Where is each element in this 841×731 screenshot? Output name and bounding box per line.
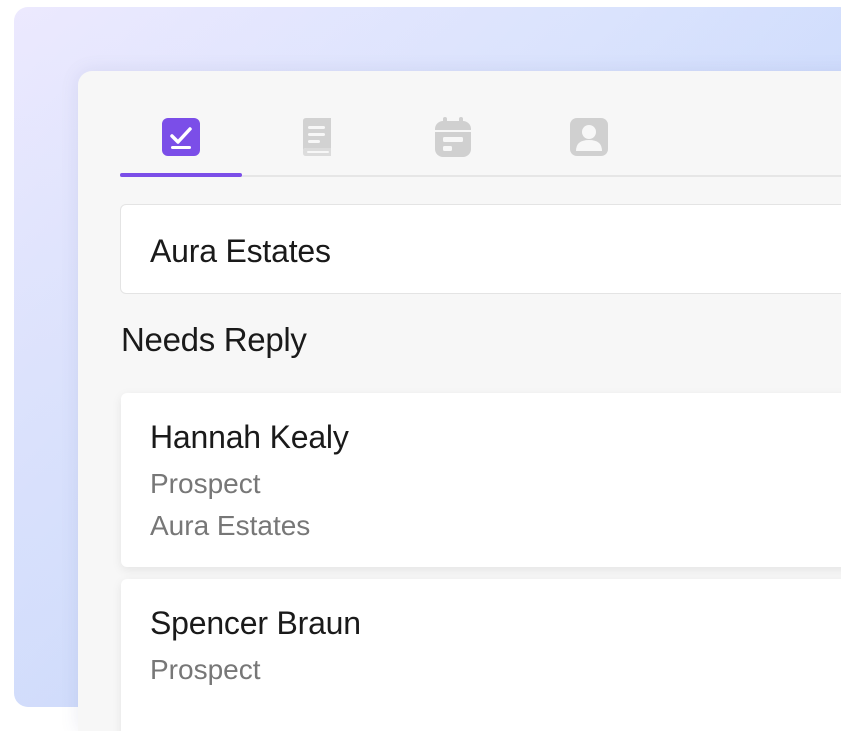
contact-card[interactable]: Hannah Kealy Prospect Aura Estates — [121, 393, 841, 567]
contact-name: Hannah Kealy — [150, 419, 349, 455]
tab-notes[interactable] — [256, 99, 378, 175]
contact-status: Prospect — [150, 468, 261, 499]
contact-icon — [569, 117, 609, 157]
calendar-icon — [434, 116, 472, 158]
tab-calendar[interactable] — [392, 99, 514, 175]
contact-status: Prospect — [150, 654, 261, 685]
section-title: Needs Reply — [121, 321, 307, 358]
tab-bar — [120, 99, 841, 177]
tab-contacts[interactable] — [528, 99, 650, 175]
search-input-value: Aura Estates — [150, 233, 331, 269]
contact-name: Spencer Braun — [150, 605, 361, 641]
tab-tasks[interactable] — [120, 99, 242, 177]
contact-card[interactable]: Spencer Braun Prospect — [121, 579, 841, 731]
notebook-icon — [299, 117, 335, 157]
contact-company: Aura Estates — [150, 510, 311, 541]
checkbox-icon — [161, 117, 201, 157]
main-panel: Aura Estates Needs Reply Hannah Kealy Pr… — [78, 71, 841, 731]
search-input[interactable]: Aura Estates — [120, 204, 841, 294]
